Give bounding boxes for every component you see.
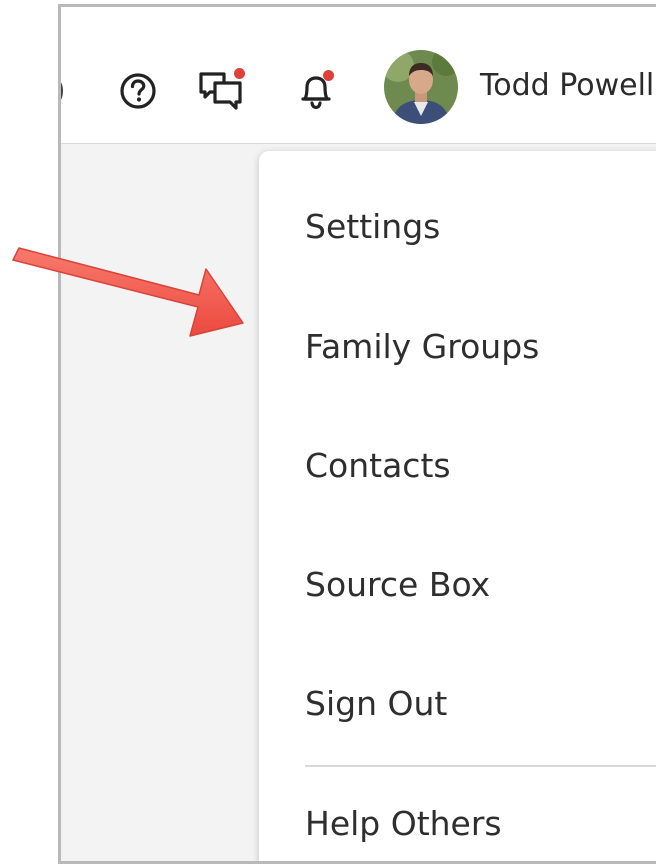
account-dropdown-menu: Settings Family Groups Contacts Source B… (259, 151, 656, 861)
menu-item-family-groups[interactable]: Family Groups (305, 327, 539, 366)
callout-arrow-icon (12, 247, 244, 337)
menu-item-settings[interactable]: Settings (305, 207, 440, 246)
user-avatar[interactable] (384, 50, 458, 124)
notifications-dot (323, 70, 334, 81)
menu-item-help-others[interactable]: Help Others (305, 804, 502, 843)
avatar-photo (384, 50, 458, 124)
menu-item-sign-out[interactable]: Sign Out (305, 684, 447, 723)
menu-divider (305, 765, 656, 767)
menu-item-source-box[interactable]: Source Box (305, 565, 490, 604)
menu-item-contacts[interactable]: Contacts (305, 446, 451, 485)
user-name[interactable]: Todd Powell (480, 68, 654, 103)
notifications-button[interactable] (289, 64, 343, 118)
